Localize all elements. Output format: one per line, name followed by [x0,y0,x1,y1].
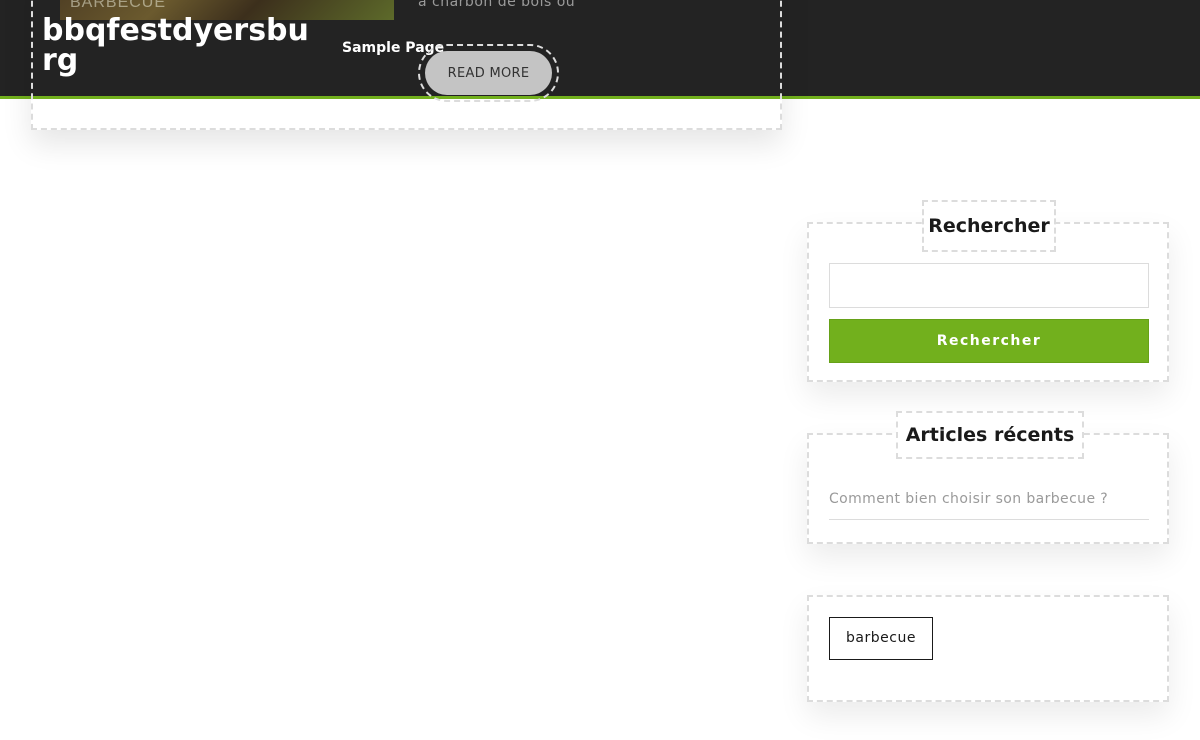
recent-post-link[interactable]: Comment bien choisir son barbecue ? [829,491,1149,520]
search-button[interactable]: Rechercher [829,319,1149,363]
tag-barbecue[interactable]: barbecue [829,617,933,660]
search-widget-title: Rechercher [922,200,1056,252]
search-widget: Rechercher Rechercher [807,200,1169,382]
thumbnail-caption: BARBECUE [70,0,167,11]
site-title[interactable]: bbqfestdyersburg [42,16,312,76]
search-input[interactable] [829,263,1149,308]
recent-posts-title: Articles récents [896,411,1084,459]
read-more-button[interactable]: READ MORE [425,51,552,95]
recent-posts-widget: Articles récents Comment bien choisir so… [807,411,1169,544]
post-excerpt: à charbon de bois ou [418,0,576,10]
tags-widget: barbecue [807,595,1169,702]
